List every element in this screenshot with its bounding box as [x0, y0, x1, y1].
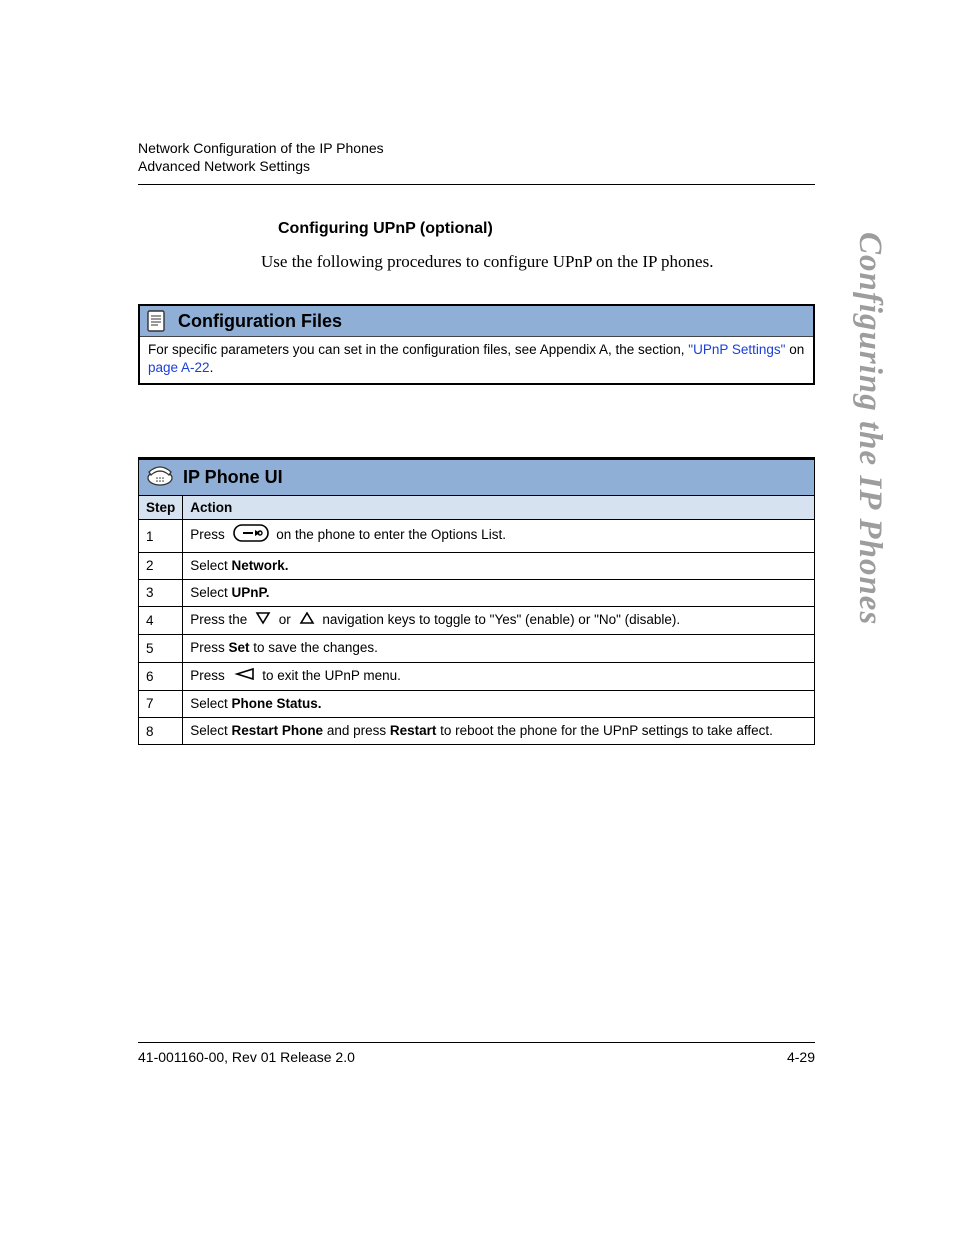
col-action-header: Action	[183, 496, 815, 520]
footer-rule	[138, 1042, 815, 1043]
footer-page-num: 4-29	[787, 1049, 815, 1065]
upnp-settings-link[interactable]: "UPnP Settings"	[688, 342, 785, 357]
side-tab-label: Configuring the IP Phones	[851, 232, 888, 625]
back-arrow-icon	[233, 667, 255, 686]
table-row: 1Press on the phone to enter the Options…	[139, 520, 815, 552]
step-action: Select Phone Status.	[183, 690, 815, 717]
header-section: Advanced Network Settings	[138, 158, 815, 174]
table-row: 4Press the or navigation keys to toggle …	[139, 607, 815, 635]
down-arrow-icon	[255, 611, 271, 630]
step-action: Select Restart Phone and press Restart t…	[183, 717, 815, 744]
table-row: 2Select Network.	[139, 552, 815, 579]
page-a22-link[interactable]: page A-22	[148, 360, 210, 375]
page-header: Network Configuration of the IP Phones A…	[138, 140, 815, 185]
step-number: 8	[139, 717, 183, 744]
step-action: Select UPnP.	[183, 579, 815, 606]
ip-phone-ui-table: IP Phone UI Step Action 1Press on the ph…	[138, 457, 815, 745]
step-number: 4	[139, 607, 183, 635]
column-headers: Step Action	[139, 496, 815, 520]
config-files-box: Configuration Files For specific paramet…	[138, 304, 815, 385]
step-action: Select Network.	[183, 552, 815, 579]
options-key-icon	[233, 524, 269, 547]
config-files-header: Configuration Files	[140, 306, 813, 337]
config-files-title: Configuration Files	[178, 311, 342, 332]
intro-text: Use the following procedures to configur…	[261, 252, 815, 272]
step-action: Press Set to save the changes.	[183, 635, 815, 662]
footer-doc-id: 41-001160-00, Rev 01 Release 2.0	[138, 1049, 355, 1065]
step-action: Press on the phone to enter the Options …	[183, 520, 815, 552]
main-content: Configuring UPnP (optional) Use the foll…	[138, 220, 815, 745]
config-files-body: For specific parameters you can set in t…	[140, 337, 813, 383]
step-number: 6	[139, 662, 183, 690]
page-footer: 41-001160-00, Rev 01 Release 2.0 4-29	[138, 1042, 815, 1065]
phone-icon	[145, 464, 175, 491]
table-row: 8Select Restart Phone and press Restart …	[139, 717, 815, 744]
header-rule	[138, 184, 815, 185]
table-row: 3Select UPnP.	[139, 579, 815, 606]
config-body-text: For specific parameters you can set in t…	[148, 342, 688, 357]
step-number: 7	[139, 690, 183, 717]
table-row: 6Press to exit the UPnP menu.	[139, 662, 815, 690]
table-row: 5Press Set to save the changes.	[139, 635, 815, 662]
config-body-suffix: .	[210, 360, 214, 375]
document-icon	[146, 309, 168, 333]
ip-phone-ui-title: IP Phone UI	[183, 467, 283, 488]
col-step-header: Step	[139, 496, 183, 520]
config-body-mid: on	[785, 342, 804, 357]
up-arrow-icon	[299, 611, 315, 630]
ui-header-row: IP Phone UI	[139, 459, 815, 496]
step-number: 3	[139, 579, 183, 606]
step-number: 5	[139, 635, 183, 662]
step-action: Press to exit the UPnP menu.	[183, 662, 815, 690]
table-row: 7Select Phone Status.	[139, 690, 815, 717]
step-action: Press the or navigation keys to toggle t…	[183, 607, 815, 635]
step-number: 1	[139, 520, 183, 552]
section-title: Configuring UPnP (optional)	[278, 220, 815, 238]
step-number: 2	[139, 552, 183, 579]
header-chapter: Network Configuration of the IP Phones	[138, 140, 815, 156]
